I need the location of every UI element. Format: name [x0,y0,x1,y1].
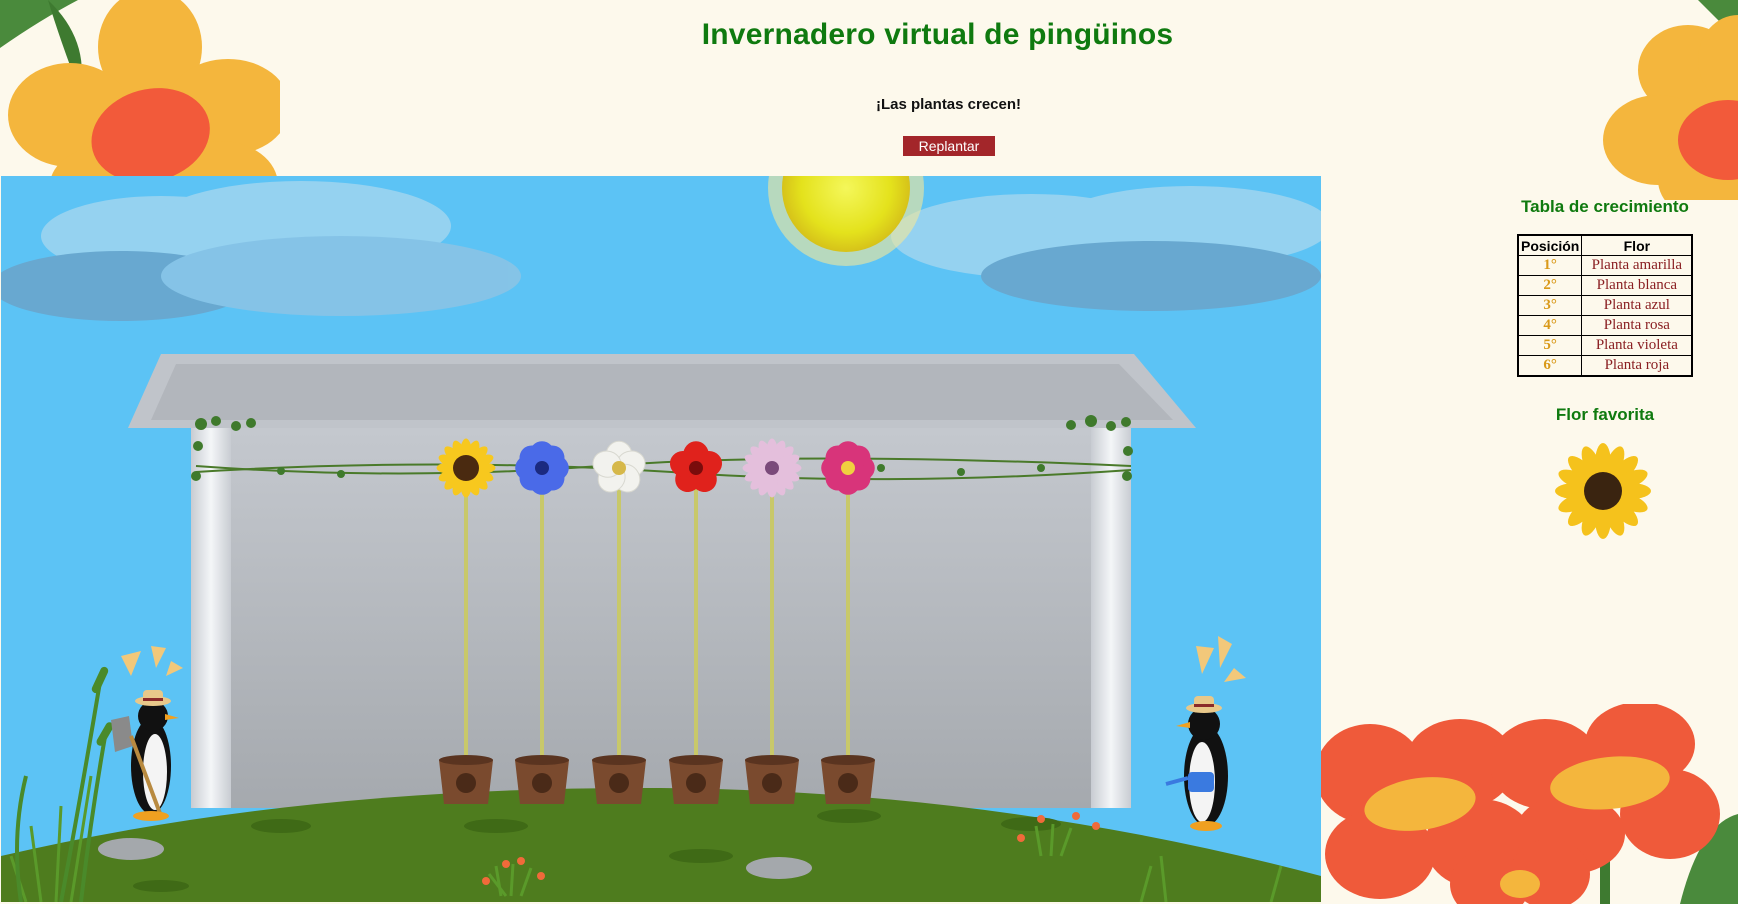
table-header-flower: Flor [1581,234,1693,256]
table-row: 3° Planta azul [1517,295,1693,316]
sun-icon [768,176,924,266]
flower-cell: Planta amarilla [1581,255,1693,276]
rock [746,857,812,879]
page-title: Invernadero virtual de pingüinos [701,18,1174,51]
flower-cell: Planta rosa [1581,315,1693,336]
flower-cell: Planta violeta [1581,335,1693,356]
table-row: 2° Planta blanca [1517,275,1693,296]
flower-pot [592,755,646,804]
growth-table-title: Tabla de crecimiento [1521,197,1689,216]
table-header-position: Posición [1517,234,1583,256]
penguin-gardener-watering-can [1165,636,1246,831]
shovel-icon [111,716,133,752]
table-row: 1° Planta amarilla [1517,255,1693,276]
pink-daisy-icon [742,438,802,498]
corner-flowers-bottom-right [1320,704,1738,904]
growth-status-text: ¡Las plantas crecen! [875,96,1022,113]
rock [98,838,164,860]
greenhouse-roof [128,354,1196,428]
excited-rays-icon [1196,646,1214,674]
penguin-gardener-shovel [111,646,183,821]
greenhouse-scene [1,176,1321,902]
flower-cell: Planta roja [1581,355,1693,377]
flower-cell: Planta blanca [1581,275,1693,296]
sunflower-icon [1555,443,1651,539]
rank-cell: 2° [1517,275,1583,296]
flower-pot [745,755,799,804]
greenhouse-pillar-left [191,428,231,808]
rank-cell: 4° [1517,315,1583,336]
flower-pot [439,755,493,804]
flower-pot [821,755,875,804]
flower-pot [515,755,569,804]
table-row: 4° Planta rosa [1517,315,1693,336]
cloud-right [891,186,1321,311]
growth-table: Posición Flor 1° Planta amarilla 2° Planta… [1517,234,1694,377]
flower-cell: Planta azul [1581,295,1693,316]
rank-cell: 6° [1517,355,1583,377]
replant-button[interactable]: Replantar [903,136,995,156]
flower-pot [669,755,723,804]
rank-cell: 5° [1517,335,1583,356]
greenhouse-pillar-right [1091,428,1131,808]
table-row: 6° Planta roja [1517,355,1693,377]
favorite-flower-title: Flor favorita [1555,405,1655,424]
greenhouse-back-wall [191,428,1131,808]
sunflower-icon [436,438,496,498]
rank-cell: 1° [1517,255,1583,276]
cloud-left [1,181,521,321]
excited-rays-icon [121,651,141,676]
watering-can-icon [1188,772,1214,792]
table-row: 5° Planta violeta [1517,335,1693,356]
rank-cell: 3° [1517,295,1583,316]
